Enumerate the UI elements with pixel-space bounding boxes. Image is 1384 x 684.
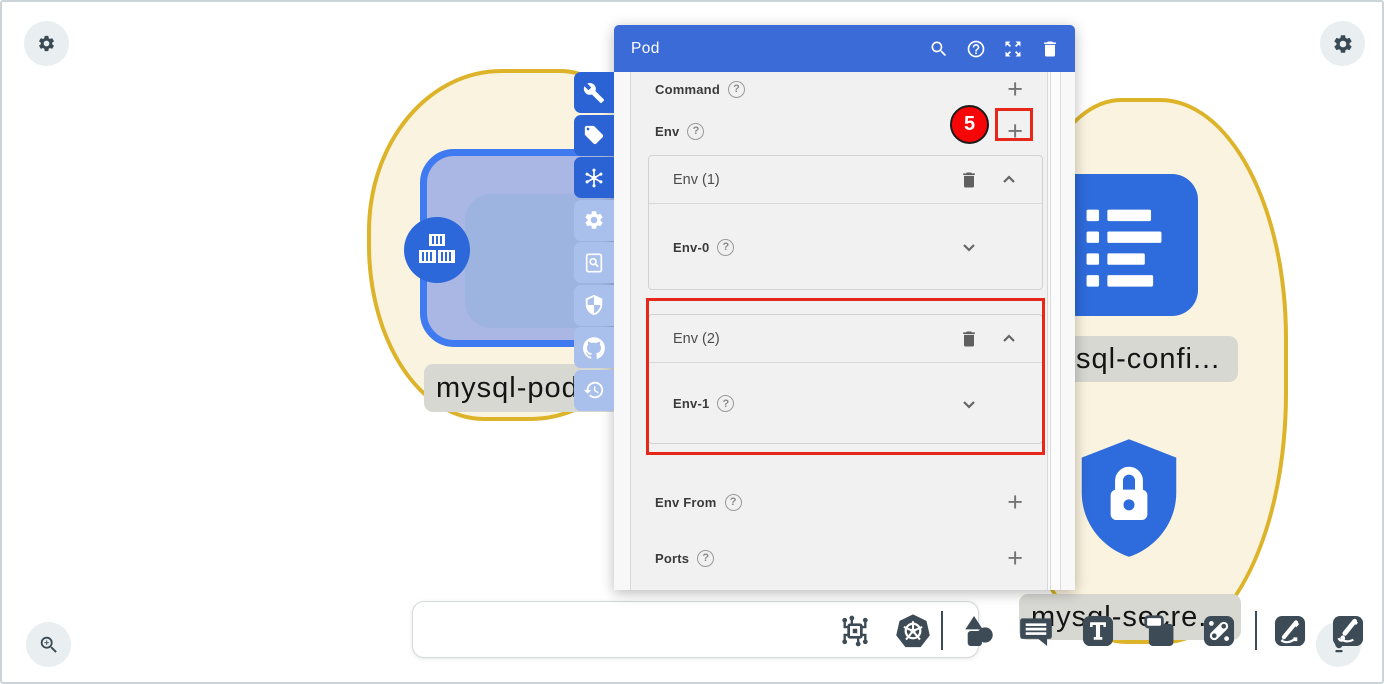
field-label-env: Env bbox=[655, 124, 679, 139]
chevron-down-icon bbox=[961, 239, 977, 255]
zoom-in-button[interactable] bbox=[26, 622, 71, 667]
help-circle-icon bbox=[966, 39, 986, 59]
pod-label-text: mysql-pod bbox=[436, 372, 579, 405]
panel-title: Pod bbox=[631, 40, 914, 58]
github-icon bbox=[583, 337, 605, 359]
kubernetes-icon bbox=[894, 612, 932, 650]
text-icon bbox=[1079, 612, 1117, 650]
tool-pencil-scribble[interactable] bbox=[1327, 610, 1369, 652]
app-window: mysql-pod sql-confi... mysql-secre... bbox=[0, 0, 1384, 684]
side-tool-github[interactable] bbox=[574, 327, 614, 368]
toolbar-divider bbox=[941, 611, 943, 650]
connector-link-icon bbox=[1200, 612, 1238, 650]
tool-text[interactable] bbox=[1077, 610, 1119, 652]
field-row-ports: Ports ? + bbox=[631, 531, 1047, 585]
secret-node[interactable] bbox=[1066, 430, 1192, 566]
panel-delete-button[interactable] bbox=[1038, 37, 1062, 61]
tool-pen-bezier[interactable] bbox=[1269, 610, 1311, 652]
env-item-1-title: Env (1) bbox=[673, 172, 956, 188]
trash-icon bbox=[1040, 39, 1060, 59]
panel-scrollbar[interactable] bbox=[1050, 72, 1061, 590]
wrench-icon bbox=[583, 82, 605, 104]
zoom-in-icon bbox=[38, 634, 60, 656]
pencil-scribble-icon bbox=[1329, 612, 1367, 650]
tool-kubernetes[interactable] bbox=[892, 610, 934, 652]
field-label-command: Command bbox=[655, 82, 720, 97]
side-tool-settings[interactable] bbox=[574, 200, 614, 241]
env-item-1-delete-button[interactable] bbox=[956, 167, 982, 193]
tool-connector[interactable] bbox=[1198, 610, 1240, 652]
panel-header[interactable]: Pod bbox=[614, 25, 1075, 72]
highlight-frame-env-2 bbox=[646, 298, 1045, 455]
chevron-up-icon bbox=[1001, 172, 1017, 188]
shipping-containers-icon bbox=[417, 233, 457, 267]
env-0-label: Env-0 bbox=[673, 240, 709, 255]
help-icon[interactable]: ? bbox=[687, 123, 704, 140]
side-tool-history[interactable] bbox=[574, 370, 614, 411]
configmap-list-icon bbox=[1072, 195, 1176, 295]
history-icon bbox=[583, 379, 605, 401]
gear-logo-icon bbox=[37, 34, 56, 53]
resource-side-toolbar bbox=[574, 72, 614, 412]
search-icon bbox=[929, 39, 949, 59]
tool-comment[interactable] bbox=[1015, 610, 1057, 652]
panel-expand-button[interactable] bbox=[1001, 37, 1025, 61]
note-icon bbox=[1141, 612, 1179, 650]
schema-chip-icon bbox=[836, 612, 874, 650]
field-row-env-from: Env From ? + bbox=[631, 475, 1047, 529]
side-tool-wrench[interactable] bbox=[574, 72, 614, 113]
configmap-label-text: sql-confi... bbox=[1076, 343, 1220, 376]
trash-icon bbox=[959, 170, 979, 190]
help-icon[interactable]: ? bbox=[717, 239, 734, 256]
panel-help-button[interactable] bbox=[964, 37, 988, 61]
tool-note[interactable] bbox=[1139, 610, 1181, 652]
document-search-icon bbox=[583, 252, 605, 274]
comment-icon bbox=[1017, 612, 1055, 650]
gear-icon bbox=[583, 209, 605, 231]
settings-button[interactable] bbox=[1320, 21, 1365, 66]
highlight-frame-add-env bbox=[995, 108, 1033, 141]
tutorial-step-badge: 5 bbox=[950, 105, 989, 144]
canvas-bottom-toolbar bbox=[412, 601, 979, 658]
expand-arrows-icon bbox=[1003, 39, 1023, 59]
env-item-1-header[interactable]: Env (1) bbox=[649, 156, 1042, 204]
env-item-1: Env (1) Env-0 ? bbox=[648, 155, 1043, 290]
panel-search-button[interactable] bbox=[927, 37, 951, 61]
tool-schema[interactable] bbox=[834, 610, 876, 652]
field-label-env-from: Env From bbox=[655, 495, 717, 510]
help-icon[interactable]: ? bbox=[697, 550, 714, 567]
field-label-ports: Ports bbox=[655, 551, 689, 566]
help-icon[interactable]: ? bbox=[728, 81, 745, 98]
help-icon[interactable]: ? bbox=[725, 494, 742, 511]
add-env-from-button[interactable]: + bbox=[1007, 492, 1023, 512]
tag-icon bbox=[583, 124, 605, 146]
env-0-expand-button[interactable] bbox=[956, 234, 982, 260]
shield-icon bbox=[583, 294, 605, 316]
side-tool-labels[interactable] bbox=[574, 115, 614, 156]
side-tool-security[interactable] bbox=[574, 285, 614, 326]
shapes-icon bbox=[959, 612, 997, 650]
add-command-button[interactable]: + bbox=[1007, 79, 1023, 99]
configmap-node-label[interactable]: sql-confi... bbox=[1064, 336, 1238, 382]
gear-icon bbox=[1332, 33, 1354, 55]
toolbar-divider bbox=[1255, 611, 1257, 650]
add-port-button[interactable]: + bbox=[1007, 548, 1023, 568]
app-menu-button[interactable] bbox=[24, 21, 69, 66]
side-tool-hub[interactable] bbox=[574, 157, 614, 198]
secret-label-text: mysql-secre... bbox=[1031, 601, 1225, 634]
tool-shapes[interactable] bbox=[957, 610, 999, 652]
hub-icon bbox=[583, 167, 605, 189]
env-item-1-content: Env-0 ? bbox=[649, 204, 1042, 290]
secret-shield-lock-icon bbox=[1066, 430, 1192, 566]
side-tool-preview[interactable] bbox=[574, 242, 614, 283]
env-item-1-collapse-button[interactable] bbox=[996, 167, 1022, 193]
container-stack-icon[interactable] bbox=[404, 217, 470, 283]
pen-bezier-icon bbox=[1271, 612, 1309, 650]
